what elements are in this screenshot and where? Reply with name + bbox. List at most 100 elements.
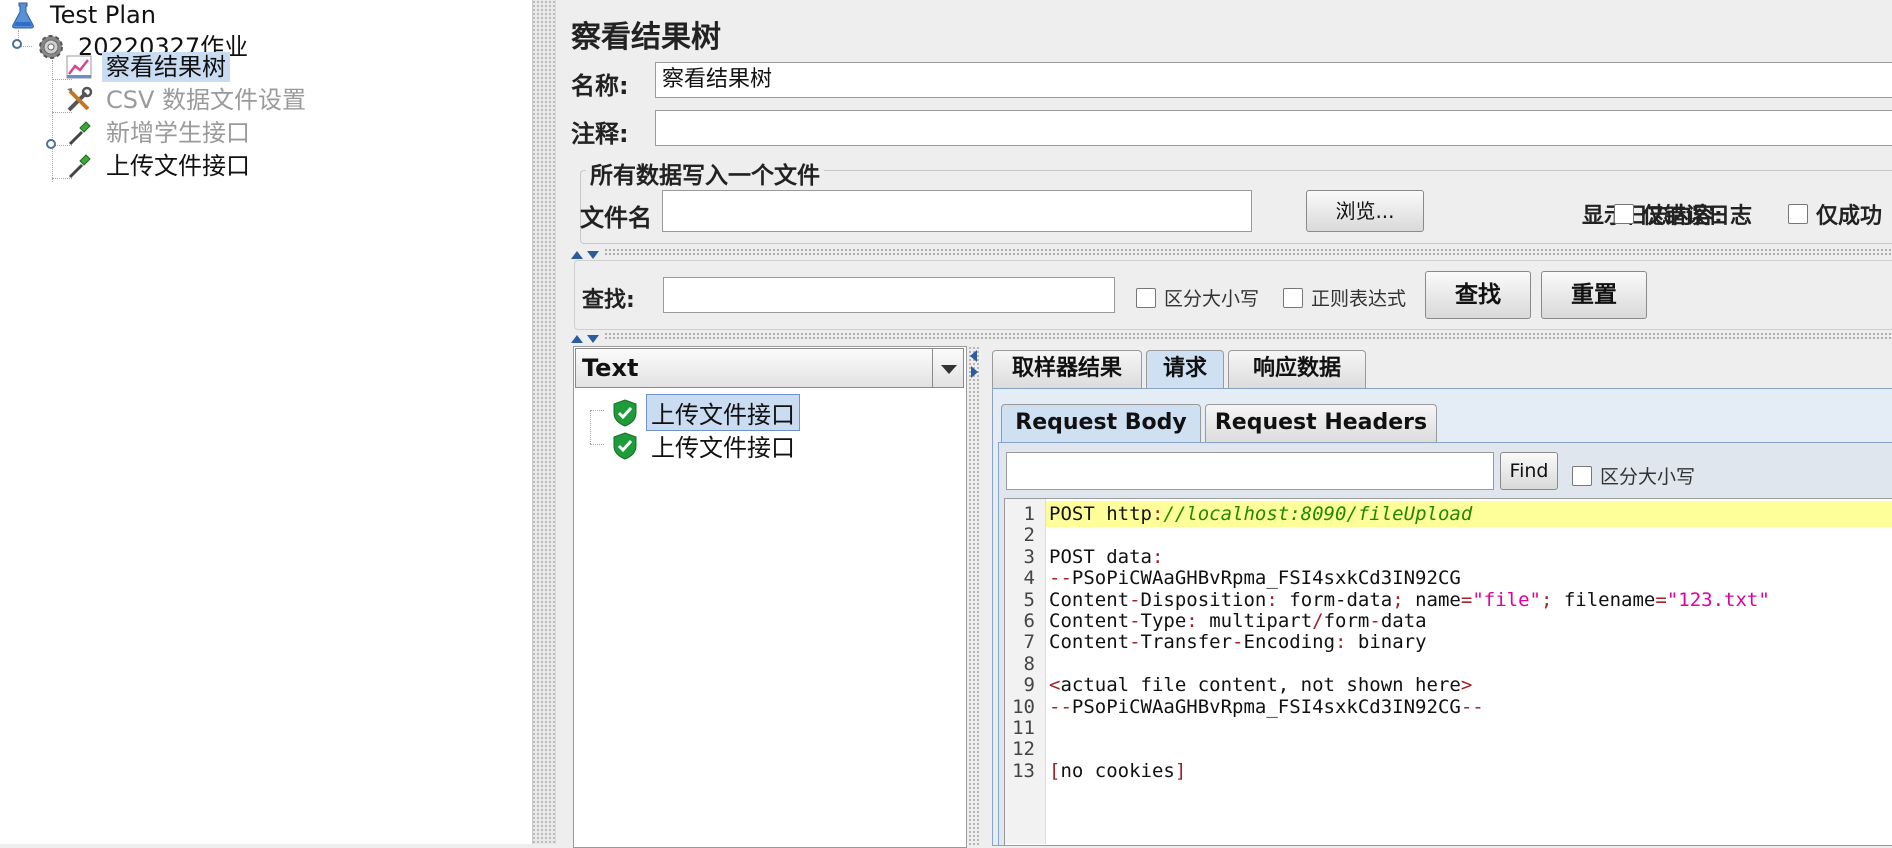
code-line: 9 <actual file content, not shown here>	[1005, 672, 1892, 697]
tree-item-label: Test Plan	[50, 1, 156, 29]
result-item[interactable]: 上传文件接口	[612, 394, 800, 431]
body-find-button[interactable]: Find	[1500, 452, 1558, 490]
search-input[interactable]	[663, 277, 1115, 313]
line-number: 4	[1023, 567, 1035, 590]
test-plan-tree: Test Plan 20220327作业 察看结果树 CSV 数据文件设置 新增…	[0, 0, 532, 844]
arrow-right-icon[interactable]	[971, 366, 978, 378]
line-number: 5	[1023, 588, 1035, 611]
line-number: 11	[1012, 716, 1035, 739]
line-text: --PSoPiCWAaGHBvRpma_FSI4sxkCd3IN92CG--	[1049, 695, 1484, 718]
success-shield-icon	[612, 431, 638, 460]
checkbox-label: 区分大小写	[1600, 466, 1696, 488]
page-title: 察看结果树	[571, 20, 721, 55]
line-number: 2	[1023, 524, 1035, 547]
renderer-dropdown-button[interactable]	[932, 348, 964, 388]
checkbox-label: 仅成功	[1816, 204, 1883, 229]
line-text: POST data:	[1049, 545, 1164, 568]
gear-icon	[36, 32, 66, 62]
checkbox-label: 正则表达式	[1311, 288, 1407, 310]
line-number: 13	[1012, 759, 1035, 782]
collapse-up-icon[interactable]	[571, 251, 583, 259]
name-field[interactable]: 察看结果树	[655, 62, 1892, 98]
arrow-left-icon[interactable]	[970, 350, 977, 362]
filename-label: 文件名	[580, 204, 652, 232]
renderer-select[interactable]: Text	[575, 348, 943, 388]
result-item-label: 上传文件接口	[651, 434, 795, 462]
tree-item-upload-file-api[interactable]: 上传文件接口	[64, 151, 254, 181]
request-body-code: 1 POST http://localhost:8090/fileUpload 2 3…	[1005, 501, 1892, 782]
code-line: 3 POST data:	[1005, 544, 1892, 568]
result-item-label: 上传文件接口	[646, 394, 800, 431]
regex-checkbox[interactable]: 正则表达式	[1283, 284, 1406, 311]
checkbox-box[interactable]	[1788, 204, 1808, 224]
checkbox-box[interactable]	[1283, 287, 1303, 308]
code-line: 10 --PSoPiCWAaGHBvRpma_FSI4sxkCd3IN92CG--	[1005, 694, 1892, 718]
collapse-down-icon[interactable]	[587, 251, 599, 259]
tab-sampler-result[interactable]: 取样器结果	[992, 350, 1142, 388]
divider	[604, 248, 1892, 256]
comment-field[interactable]	[655, 110, 1892, 146]
browse-button[interactable]: 浏览...	[1306, 190, 1424, 232]
line-number: 3	[1023, 545, 1035, 568]
tree-item-label: 新增学生接口	[106, 119, 250, 147]
line-number: 1	[1023, 503, 1035, 525]
filename-field[interactable]	[662, 190, 1252, 232]
search-label: 查找:	[582, 288, 635, 313]
inner-splitter[interactable]	[968, 346, 980, 846]
line-text: Content-Disposition: form-data; name="fi…	[1049, 588, 1770, 611]
code-line: 8	[1005, 651, 1892, 675]
pane-splitter[interactable]	[532, 0, 556, 844]
line-text: Content-Transfer-Encoding: binary	[1049, 631, 1427, 654]
code-line: 5 Content-Disposition: form-data; name="f…	[1005, 587, 1892, 611]
chevron-down-icon	[941, 365, 957, 374]
case-sensitive-checkbox[interactable]: 区分大小写	[1136, 284, 1259, 311]
code-line: 1 POST http://localhost:8090/fileUpload	[1005, 501, 1892, 525]
expand-handle[interactable]	[46, 139, 56, 149]
tab-request-headers[interactable]: Request Headers	[1205, 404, 1437, 442]
tree-item-label: 察看结果树	[102, 52, 230, 82]
flask-icon	[8, 0, 38, 30]
chart-icon	[64, 52, 94, 82]
line-text: POST http://localhost:8090/fileUpload	[1049, 503, 1473, 525]
tree-item-csv-config[interactable]: CSV 数据文件设置	[64, 85, 310, 115]
tools-icon	[64, 85, 94, 115]
checkbox-box[interactable]	[1572, 465, 1592, 486]
collapse-up-icon[interactable]	[571, 335, 583, 343]
checkbox-box[interactable]	[1614, 204, 1634, 224]
body-search-input[interactable]	[1006, 452, 1494, 490]
line-number: 9	[1023, 674, 1035, 697]
code-line: 13 [no cookies]	[1005, 758, 1892, 782]
reset-button[interactable]: 重置	[1541, 271, 1647, 319]
tab-response-data[interactable]: 响应数据	[1228, 350, 1366, 388]
pipette-icon	[64, 118, 94, 148]
line-text: <actual file content, not shown here>	[1049, 674, 1473, 697]
view-results-tree-panel: 察看结果树 名称: 察看结果树 注释: 所有数据写入一个文件 文件名 浏览...…	[556, 0, 1892, 848]
checkbox-label: 仅错误日志	[1642, 204, 1753, 229]
code-line: 11	[1005, 715, 1892, 739]
collapse-arrows[interactable]	[571, 328, 599, 347]
file-group-label: 所有数据写入一个文件	[586, 156, 824, 190]
expand-handle[interactable]	[12, 39, 22, 49]
code-line: 7 Content-Transfer-Encoding: binary	[1005, 629, 1892, 654]
checkbox-box[interactable]	[1136, 287, 1156, 308]
body-case-checkbox[interactable]: 区分大小写	[1572, 462, 1695, 489]
comment-label: 注释:	[571, 120, 629, 148]
errors-only-checkbox[interactable]: 仅错误日志	[1614, 198, 1752, 230]
success-only-checkbox[interactable]: 仅成功	[1788, 198, 1882, 230]
name-label: 名称:	[571, 72, 629, 100]
tree-item-view-results-tree[interactable]: 察看结果树	[64, 52, 230, 82]
collapse-down-icon[interactable]	[587, 335, 599, 343]
find-button[interactable]: 查找	[1425, 271, 1531, 319]
checkbox-label: 区分大小写	[1164, 288, 1260, 310]
tree-item-label: 上传文件接口	[106, 152, 250, 180]
tab-request[interactable]: 请求	[1146, 350, 1224, 388]
tab-request-body[interactable]: Request Body	[1001, 404, 1201, 442]
line-number: 10	[1012, 695, 1035, 718]
code-line: 2	[1005, 522, 1892, 547]
line-number: 8	[1023, 652, 1035, 675]
pipette-icon	[64, 151, 94, 181]
line-text: [no cookies]	[1049, 759, 1187, 782]
result-item[interactable]: 上传文件接口	[612, 428, 800, 463]
tree-item-add-student-api[interactable]: 新增学生接口	[64, 118, 254, 148]
tree-item-test-plan[interactable]: Test Plan	[8, 0, 160, 30]
